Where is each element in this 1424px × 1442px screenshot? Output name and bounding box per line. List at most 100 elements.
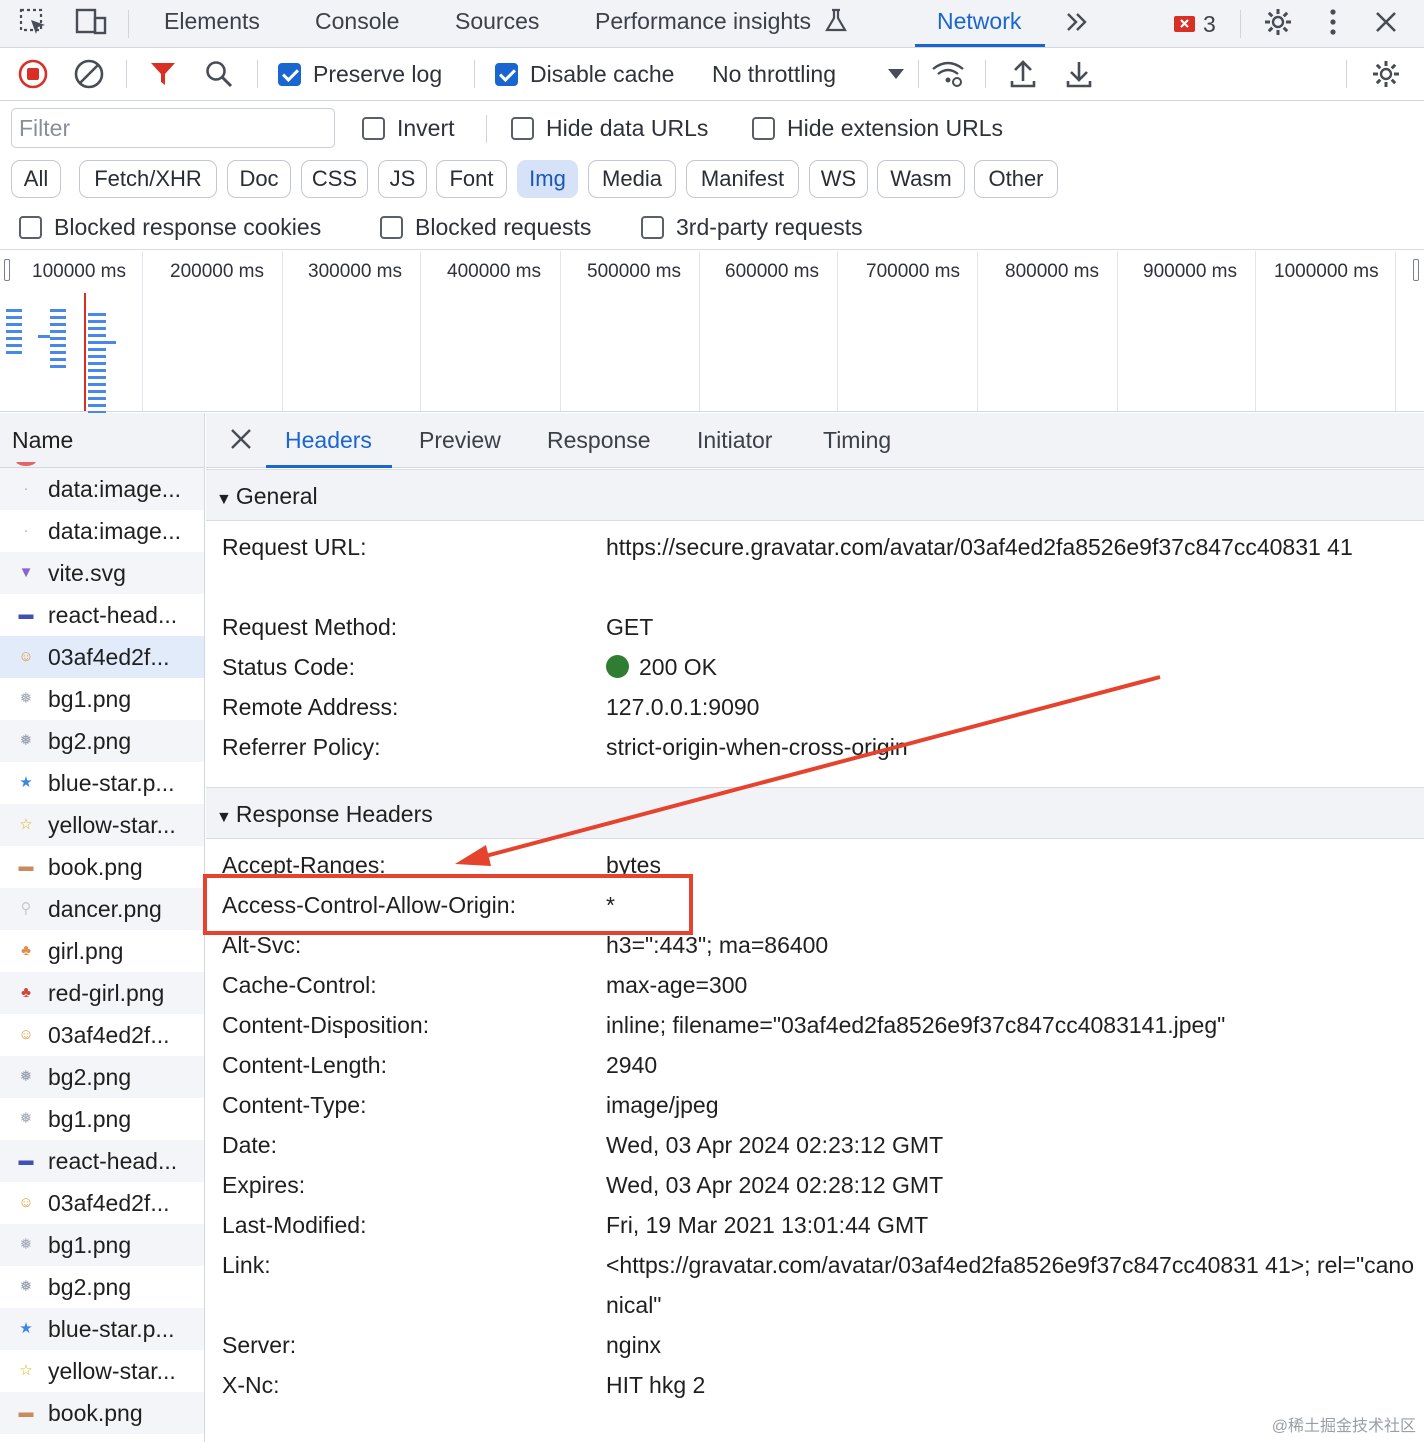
header-value: max-age=300 — [606, 972, 748, 998]
inspect-element-icon[interactable] — [16, 6, 50, 38]
request-row[interactable]: ❅ bg1.png — [0, 1098, 204, 1140]
device-toolbar-icon[interactable] — [74, 6, 108, 38]
request-row[interactable]: ❅ bg2.png — [0, 1056, 204, 1098]
chip-css[interactable]: CSS — [301, 160, 368, 198]
request-row[interactable]: ★ blue-star.p... — [0, 762, 204, 804]
network-overview-timeline[interactable]: 100000 ms 200000 ms 300000 ms 400000 ms … — [0, 251, 1424, 421]
hide-data-urls-check[interactable] — [511, 117, 534, 140]
request-row[interactable]: · data:image... — [0, 468, 204, 510]
tab-console[interactable]: Console — [315, 0, 399, 48]
request-row[interactable]: ❅ bg1.png — [0, 678, 204, 720]
blocked-requests-check[interactable] — [380, 216, 403, 239]
import-har-upload-icon[interactable] — [1006, 57, 1040, 91]
preserve-log-check[interactable] — [278, 63, 301, 86]
request-row[interactable]: ▼ vite.svg — [0, 552, 204, 594]
request-row[interactable]: ❅ bg1.png — [0, 1224, 204, 1266]
issues-badge[interactable]: 3 — [1173, 11, 1216, 38]
overview-right-handle[interactable] — [1413, 259, 1419, 281]
blocked-requests-checkbox[interactable]: Blocked requests — [380, 214, 591, 241]
invert-check[interactable] — [362, 117, 385, 140]
disable-cache-checkbox[interactable]: Disable cache — [495, 61, 674, 88]
tab-sources[interactable]: Sources — [455, 0, 539, 48]
request-row[interactable]: ❅ bg2.png — [0, 1266, 204, 1308]
overview-bar — [6, 351, 22, 354]
chip-font[interactable]: Font — [436, 160, 507, 198]
request-row[interactable]: ☺ 03af4ed2f... — [0, 1014, 204, 1056]
name-column-header[interactable]: Name — [0, 413, 204, 468]
chip-media[interactable]: Media — [588, 160, 676, 198]
overview-left-handle[interactable] — [4, 259, 10, 281]
close-detail-icon[interactable] — [230, 428, 252, 452]
more-tabs-chevron-icon[interactable] — [1060, 6, 1094, 38]
settings-gear-icon[interactable] — [1261, 6, 1295, 38]
tab-timing[interactable]: Timing — [823, 413, 891, 468]
tab-performance-insights[interactable]: Performance insights — [595, 0, 848, 48]
tick-label: 800000 ms — [1005, 261, 1100, 282]
third-party-requests-check[interactable] — [641, 216, 664, 239]
tab-headers[interactable]: Headers — [266, 413, 392, 468]
more-options-icon[interactable] — [1316, 6, 1350, 38]
tab-response[interactable]: Response — [547, 413, 651, 468]
request-name: red-girl.png — [48, 980, 165, 1006]
chip-img[interactable]: Img — [517, 160, 578, 198]
request-row[interactable]: ☆ yellow-star... — [0, 1350, 204, 1392]
throttling-select[interactable]: No throttling — [712, 61, 836, 88]
tab-initiator[interactable]: Initiator — [697, 413, 772, 468]
tick-label: 600000 ms — [725, 261, 820, 282]
chip-manifest[interactable]: Manifest — [686, 160, 799, 198]
clear-icon[interactable] — [72, 57, 106, 91]
throttling-value: No throttling — [712, 61, 837, 87]
request-row[interactable]: ▬ book.png — [0, 846, 204, 888]
invert-checkbox[interactable]: Invert — [362, 115, 455, 142]
chip-ws[interactable]: WS — [809, 160, 868, 198]
load-event-marker — [84, 293, 86, 411]
blocked-response-cookies-checkbox[interactable]: Blocked response cookies — [19, 214, 321, 241]
tick-label: 100000 ms — [32, 261, 127, 282]
request-row[interactable]: ⚲ dancer.png — [0, 888, 204, 930]
network-settings-gear-icon[interactable] — [1369, 57, 1403, 91]
general-section-header[interactable]: ▼ General — [206, 469, 1424, 521]
tab-network[interactable]: Network — [914, 0, 1046, 48]
record-stop-icon[interactable] — [16, 57, 50, 91]
request-row[interactable]: ☆ yellow-star... — [0, 804, 204, 846]
request-row[interactable]: ☺ 03af4ed2f... — [0, 1182, 204, 1224]
request-row[interactable]: ★ blue-star.p... — [0, 1308, 204, 1350]
chip-other[interactable]: Other — [974, 160, 1058, 198]
chip-fetch-xhr[interactable]: Fetch/XHR — [79, 160, 217, 198]
request-row[interactable]: ▬ react-head... — [0, 1140, 204, 1182]
request-row[interactable]: ♣ girl.png — [0, 930, 204, 972]
disable-cache-check[interactable] — [495, 63, 518, 86]
chip-js[interactable]: JS — [378, 160, 427, 198]
third-party-requests-checkbox[interactable]: 3rd-party requests — [641, 214, 863, 241]
request-name: data:image... — [48, 476, 181, 502]
request-row[interactable]: ▬ react-head... — [0, 594, 204, 636]
preserve-log-checkbox[interactable]: Preserve log — [278, 61, 442, 88]
tick-label: 500000 ms — [587, 261, 682, 282]
filter-funnel-icon[interactable] — [146, 57, 180, 91]
request-row[interactable]: ♣ red-girl.png — [0, 972, 204, 1014]
request-row[interactable]: · data:image... — [0, 510, 204, 552]
request-row[interactable]: ❅ bg2.png — [0, 720, 204, 762]
close-devtools-icon[interactable] — [1369, 6, 1403, 38]
overview-bar — [50, 358, 66, 361]
search-icon[interactable] — [202, 57, 236, 91]
request-row[interactable]: ▬ book.png — [0, 1392, 204, 1434]
request-row[interactable]: ☺ 03af4ed2f... — [0, 636, 204, 678]
chip-doc[interactable]: Doc — [227, 160, 291, 198]
blocked-response-cookies-check[interactable] — [19, 216, 42, 239]
filter-input[interactable] — [11, 108, 335, 148]
tab-preview[interactable]: Preview — [419, 413, 501, 468]
network-conditions-icon[interactable] — [931, 57, 965, 91]
request-name: 03af4ed2f... — [48, 1190, 170, 1216]
issues-count: 3 — [1203, 11, 1216, 37]
overview-bar — [50, 309, 66, 312]
export-har-download-icon[interactable] — [1062, 57, 1096, 91]
response-headers-section-header[interactable]: ▼ Response Headers — [206, 787, 1424, 839]
chip-all[interactable]: All — [11, 160, 61, 198]
throttling-dropdown-icon[interactable] — [879, 57, 913, 91]
hide-extension-urls-checkbox[interactable]: Hide extension URLs — [752, 115, 1003, 142]
hide-extension-urls-check[interactable] — [752, 117, 775, 140]
hide-data-urls-checkbox[interactable]: Hide data URLs — [511, 115, 708, 142]
tab-elements[interactable]: Elements — [164, 0, 260, 48]
chip-wasm[interactable]: Wasm — [877, 160, 965, 198]
